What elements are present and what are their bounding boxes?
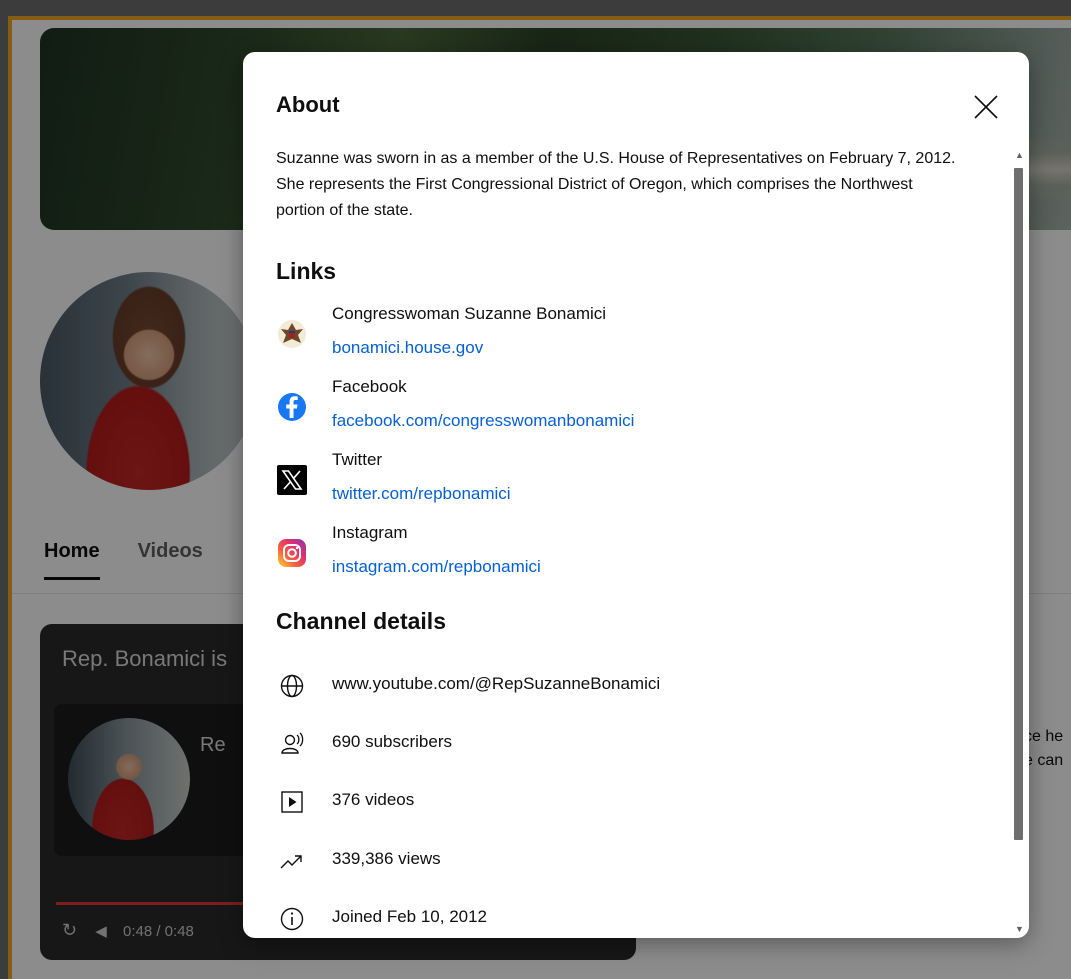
about-heading: About <box>276 92 340 117</box>
link-title: Facebook <box>332 377 407 396</box>
link-url[interactable]: twitter.com/repbonamici <box>332 484 511 504</box>
videos-icon <box>281 791 303 813</box>
channel-url[interactable]: www.youtube.com/@RepSuzanneBonamici <box>332 674 660 694</box>
info-icon <box>280 907 304 931</box>
x-twitter-icon <box>277 465 307 495</box>
link-url[interactable]: instagram.com/repbonamici <box>332 557 541 577</box>
link-item-website: Congresswoman Suzanne Bonamici bonamici.… <box>276 304 956 364</box>
about-dialog: ▲ ▼ About Suzanne was sworn in as a memb… <box>243 52 1029 938</box>
subscribers-icon <box>281 732 304 754</box>
instagram-icon <box>278 539 306 567</box>
link-title: Congresswoman Suzanne Bonamici <box>332 304 607 323</box>
house-seal-icon <box>278 320 306 348</box>
channel-description: Suzanne was sworn in as a member of the … <box>276 150 956 219</box>
link-url[interactable]: bonamici.house.gov <box>332 338 483 358</box>
joined-date: Joined Feb 10, 2012 <box>332 907 488 926</box>
detail-url-row: www.youtube.com/@RepSuzanneBonamici <box>276 670 876 700</box>
detail-views-row: 339,386 views <box>276 845 876 875</box>
facebook-icon <box>278 393 306 421</box>
view-count: 339,386 views <box>332 849 441 868</box>
channel-details-heading: Channel details <box>276 608 446 634</box>
globe-icon <box>280 674 304 698</box>
scroll-up-arrow-icon[interactable]: ▲ <box>1015 150 1024 160</box>
detail-joined-row: Joined Feb 10, 2012 <box>276 903 876 933</box>
close-icon[interactable] <box>971 92 1001 122</box>
scroll-thumb[interactable] <box>1014 168 1023 840</box>
scroll-down-arrow-icon[interactable]: ▼ <box>1015 924 1024 934</box>
link-title: Twitter <box>332 450 383 469</box>
link-item-instagram: Instagram instagram.com/repbonamici <box>276 523 956 583</box>
dialog-scrollbar[interactable]: ▲ ▼ <box>1011 144 1027 934</box>
trending-icon <box>280 855 302 869</box>
link-item-twitter: Twitter twitter.com/repbonamici <box>276 450 956 510</box>
links-heading: Links <box>276 258 337 284</box>
link-title: Instagram <box>332 523 408 542</box>
link-url[interactable]: facebook.com/congresswomanbonamici <box>332 411 634 431</box>
video-count: 376 videos <box>332 790 415 809</box>
detail-subscribers-row: 690 subscribers <box>276 728 876 758</box>
detail-videos-row: 376 videos <box>276 786 876 816</box>
link-item-facebook: Facebook facebook.com/congresswomanbonam… <box>276 377 956 437</box>
subscriber-count: 690 subscribers <box>332 732 453 751</box>
